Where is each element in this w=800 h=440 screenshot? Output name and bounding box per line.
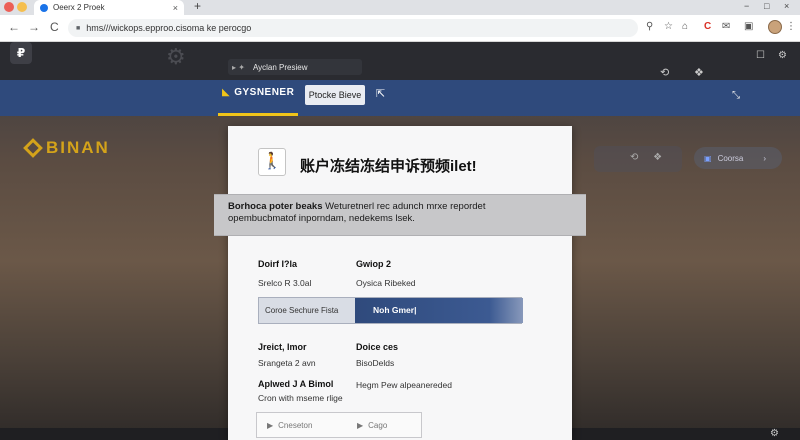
preview-bar[interactable]: ▸ ✦ Ayclan Presiew bbox=[228, 59, 362, 75]
field-2-value: Oysica Ribeked bbox=[356, 278, 416, 288]
right-widget-icons[interactable]: ⟲ ❖ bbox=[630, 152, 668, 163]
field-3-label: Jreict, Imor bbox=[258, 342, 307, 352]
notice-banner: Borhoca poter beaks Weturetnerl rec adun… bbox=[214, 194, 586, 236]
forward-button[interactable]: → bbox=[28, 20, 40, 34]
settings-icon[interactable]: ⚙ bbox=[778, 50, 787, 61]
lock-icon: ■ bbox=[76, 24, 81, 32]
play-icon-2: ▶ bbox=[357, 421, 364, 430]
right-button-icon: ▣ bbox=[704, 153, 712, 163]
browser-tab-bar: Oeerx 2 Proek × + − □ × bbox=[0, 0, 800, 15]
site-top-strip: ₽ ⚙ ▸ ✦ Ayclan Presiew ⟲ ❖ ☐ ⚙ bbox=[0, 42, 800, 80]
chevron-right-icon: › bbox=[763, 153, 767, 163]
site-brand[interactable]: BINAN bbox=[23, 138, 110, 158]
chat-icon[interactable]: ☐ bbox=[756, 50, 765, 61]
field-3-value: Srangeta 2 avn bbox=[258, 358, 316, 368]
footer-button-group: ▶ Cneseton ▶ Cago bbox=[256, 412, 422, 438]
site-logo-icon[interactable]: ₽ bbox=[10, 42, 32, 64]
mail-icon[interactable]: ✉ bbox=[722, 21, 730, 32]
new-tab-button[interactable]: + bbox=[194, 0, 201, 13]
banner-heading: Borhoca poter beaks bbox=[228, 201, 323, 212]
preview-play-icon: ▸ ✦ bbox=[232, 62, 245, 72]
continue-button[interactable]: ▶ Cneseton bbox=[267, 421, 312, 430]
tab-close-icon[interactable]: × bbox=[173, 3, 184, 13]
refresh-icon[interactable]: ⟲ bbox=[660, 66, 669, 79]
field-4-label: Doice ces bbox=[356, 342, 399, 352]
window-minimize-button[interactable]: − bbox=[744, 1, 749, 11]
bottom-gear-icon[interactable]: ⚙ bbox=[770, 428, 779, 439]
field-4-value: BisoDelds bbox=[356, 358, 395, 368]
search-icon[interactable]: ⚲ bbox=[646, 21, 653, 32]
window-close-dot[interactable] bbox=[4, 2, 14, 12]
site-nav-band: ◣ GYSNENER Ptocke Bieve ⇱ ⤡ bbox=[0, 80, 800, 116]
window-minimize-dot[interactable] bbox=[17, 2, 27, 12]
browser-tab[interactable]: Oeerx 2 Proek × bbox=[34, 0, 184, 15]
cancel-button[interactable]: ▶ Cago bbox=[357, 421, 387, 430]
tab-favicon-icon bbox=[40, 3, 48, 12]
home-icon[interactable]: ⌂ bbox=[682, 21, 688, 32]
progress-status-label: Noh Gmer| bbox=[373, 305, 417, 315]
preview-label: Ayclan Presiew bbox=[252, 62, 308, 72]
field-1-value: Srelco R 3.0al bbox=[258, 278, 312, 288]
banner-line-2: opembucbmatof inporndam, nedekems lsek. bbox=[228, 213, 415, 224]
nav-active-underline bbox=[218, 113, 298, 116]
reload-button[interactable]: C bbox=[50, 20, 59, 34]
puzzle-icon[interactable]: ❖ bbox=[694, 66, 704, 79]
url-text: hms///wickops.epproo.cisoma ke perocgo bbox=[86, 23, 252, 33]
expand-icon[interactable]: ⤡ bbox=[732, 90, 740, 101]
brand-name: BINAN bbox=[46, 138, 110, 157]
field-5-label: Aplwed J A Bimol bbox=[258, 379, 334, 389]
external-link-icon[interactable]: ⇱ bbox=[376, 87, 385, 100]
bookmark-star-icon[interactable]: ☆ bbox=[664, 21, 673, 32]
walking-person-icon: 🚶 bbox=[258, 148, 286, 176]
nav-brand-arrow-icon: ◣ bbox=[222, 87, 231, 98]
back-button[interactable]: ← bbox=[8, 20, 20, 34]
tab-title: Oeerx 2 Proek bbox=[53, 3, 105, 12]
browser-toolbar: ← → C ■ hms///wickops.epproo.cisoma ke p… bbox=[0, 15, 800, 42]
nav-brand[interactable]: ◣ GYSNENER bbox=[222, 87, 294, 98]
profile-avatar[interactable] bbox=[768, 20, 782, 34]
nav-brand-label: GYSNENER bbox=[234, 87, 295, 98]
progress-left-label: Coroe Sechure Fista bbox=[265, 306, 339, 315]
address-bar[interactable]: ■ hms///wickops.epproo.cisoma ke perocgo bbox=[68, 19, 638, 37]
play-icon: ▶ bbox=[267, 421, 274, 430]
menu-kebab-icon[interactable]: ⋮ bbox=[786, 21, 796, 32]
cancel-button-label: Cago bbox=[368, 421, 388, 430]
window-maximize-button[interactable]: □ bbox=[764, 1, 769, 11]
right-action-button[interactable]: ▣ Coorsa › bbox=[694, 147, 782, 169]
brand-diamond-icon bbox=[23, 138, 43, 158]
reader-icon[interactable]: ▣ bbox=[744, 21, 753, 32]
extension-c-icon[interactable]: C bbox=[704, 21, 711, 32]
nav-pill-button[interactable]: Ptocke Bieve bbox=[305, 85, 365, 105]
security-progress-bar: Coroe Sechure Fista Noh Gmer| bbox=[258, 297, 523, 324]
field-1-label: Doirf I?la bbox=[258, 259, 298, 269]
continue-button-label: Cneseton bbox=[278, 421, 313, 430]
dialog-title: 账户冻结冻结申诉预频ilet! bbox=[300, 158, 477, 175]
field-6-value: Hegm Pew alpeanereded bbox=[356, 380, 452, 390]
field-5-value: Cron with mseme rlige bbox=[258, 393, 343, 403]
right-button-label: Coorsa bbox=[717, 153, 744, 163]
gear-icon: ⚙ bbox=[166, 44, 186, 69]
window-close-button[interactable]: × bbox=[784, 1, 789, 11]
field-2-label: Gwiop 2 bbox=[356, 259, 392, 269]
banner-line-1: Weturetnerl rec adunch mrxe repordet bbox=[322, 201, 486, 212]
